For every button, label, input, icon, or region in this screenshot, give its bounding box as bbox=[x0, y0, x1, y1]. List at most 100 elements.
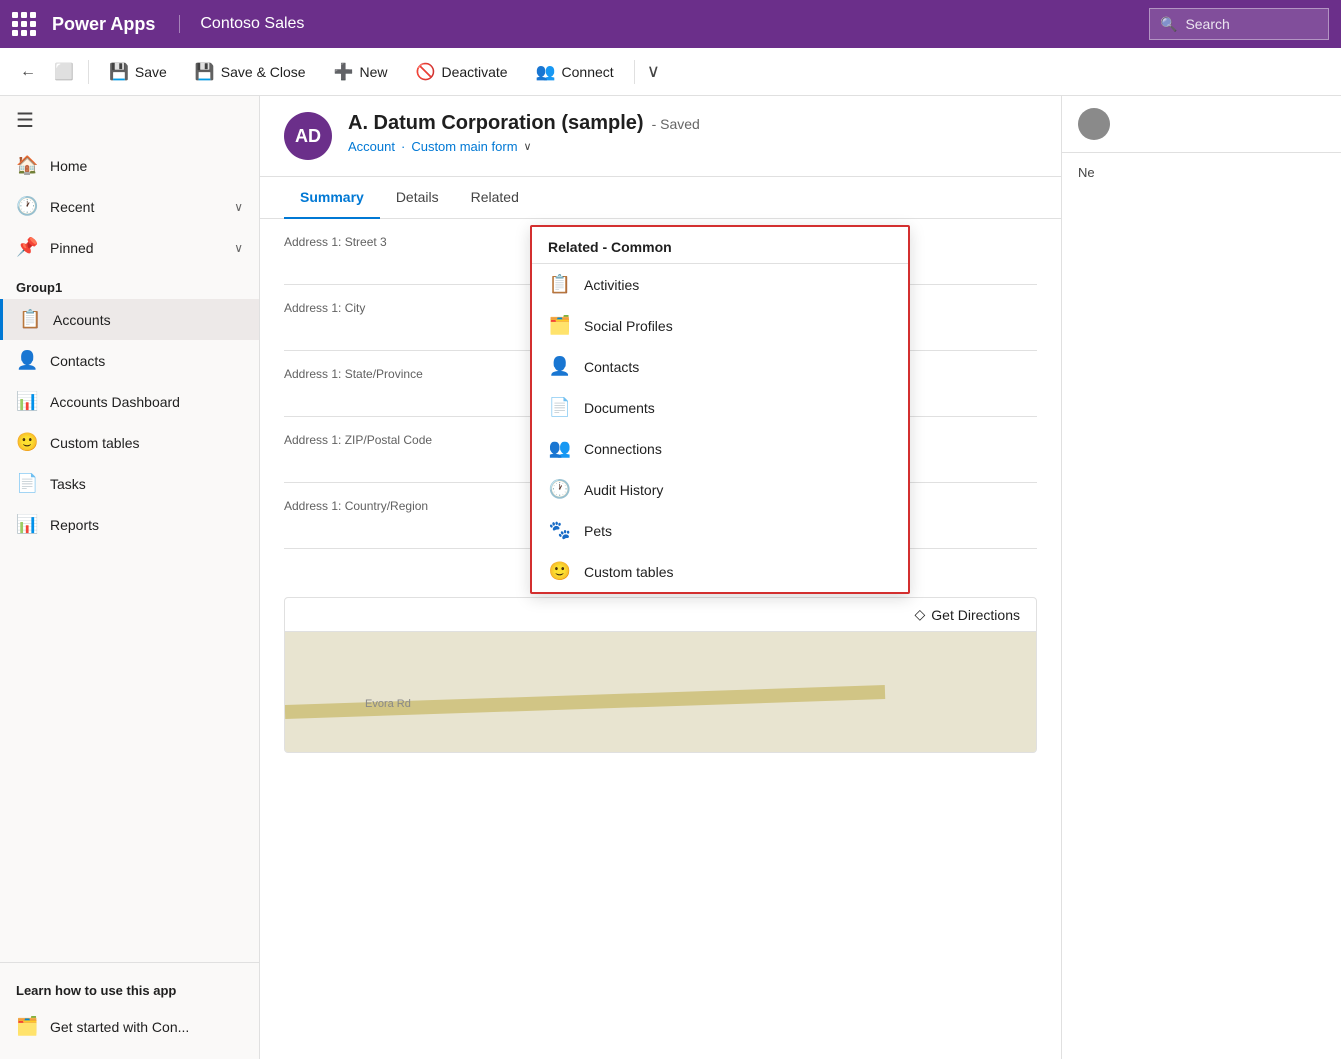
sidebar-item-recent[interactable]: 🕐 Recent ∨ bbox=[0, 186, 259, 227]
record-subtitle: Account · Custom main form ∨ bbox=[348, 139, 700, 154]
deactivate-label: Deactivate bbox=[441, 64, 507, 80]
connections-icon: 👥 bbox=[548, 438, 572, 459]
custom-tables-icon: 🙂 bbox=[16, 432, 38, 453]
save-close-icon: 💾 bbox=[195, 62, 215, 82]
sidebar-item-recent-label: Recent bbox=[50, 199, 94, 215]
get-started-link[interactable]: 🗂️ Get started with Con... bbox=[0, 1006, 259, 1047]
search-label: Search bbox=[1185, 16, 1229, 32]
form-chevron-icon[interactable]: ∨ bbox=[524, 140, 532, 153]
save-icon: 💾 bbox=[109, 62, 129, 82]
social-profiles-icon: 🗂️ bbox=[548, 315, 572, 336]
record-title: A. Datum Corporation (sample) bbox=[348, 112, 644, 135]
related-item-pets[interactable]: 🐾 Pets bbox=[532, 510, 908, 551]
sidebar: ☰ 🏠 Home 🕐 Recent ∨ 📌 Pinned ∨ Group1 📋 … bbox=[0, 96, 260, 1059]
map-road-label: Evora Rd bbox=[365, 698, 411, 710]
new-icon: ➕ bbox=[334, 62, 354, 82]
separator-1 bbox=[88, 60, 89, 84]
tab-related[interactable]: Related bbox=[455, 177, 535, 219]
record-saved-badge: - Saved bbox=[652, 116, 700, 132]
audit-history-icon: 🕐 bbox=[548, 479, 572, 500]
main-layout: ☰ 🏠 Home 🕐 Recent ∨ 📌 Pinned ∨ Group1 📋 … bbox=[0, 96, 1341, 1059]
related-social-profiles-label: Social Profiles bbox=[584, 318, 673, 334]
form-selector[interactable]: Custom main form bbox=[411, 139, 517, 154]
record-info: A. Datum Corporation (sample) - Saved Ac… bbox=[348, 112, 700, 154]
sidebar-item-accounts[interactable]: 📋 Accounts bbox=[0, 299, 259, 340]
related-item-social-profiles[interactable]: 🗂️ Social Profiles bbox=[532, 305, 908, 346]
subtitle-dot: · bbox=[401, 139, 405, 154]
reports-icon: 📊 bbox=[16, 514, 38, 535]
sidebar-item-tasks[interactable]: 📄 Tasks bbox=[0, 463, 259, 504]
separator-2 bbox=[634, 60, 635, 84]
right-panel-circle bbox=[1078, 108, 1110, 140]
deactivate-button[interactable]: 🚫 Deactivate bbox=[404, 56, 520, 88]
group-label: Group1 bbox=[0, 268, 259, 299]
pets-icon: 🐾 bbox=[548, 520, 572, 541]
sidebar-item-custom-tables[interactable]: 🙂 Custom tables bbox=[0, 422, 259, 463]
get-started-icon: 🗂️ bbox=[16, 1016, 38, 1037]
related-activities-label: Activities bbox=[584, 277, 639, 293]
related-item-audit-history[interactable]: 🕐 Audit History bbox=[532, 469, 908, 510]
related-item-contacts[interactable]: 👤 Contacts bbox=[532, 346, 908, 387]
sidebar-item-custom-tables-label: Custom tables bbox=[50, 435, 139, 451]
deactivate-icon: 🚫 bbox=[416, 62, 436, 82]
sidebar-item-tasks-label: Tasks bbox=[50, 476, 86, 492]
more-button[interactable]: ∨ bbox=[643, 55, 664, 88]
tabs-bar: Summary Details Related Related - Common… bbox=[260, 177, 1061, 219]
back-button[interactable]: ← bbox=[12, 56, 44, 88]
app-name: Contoso Sales bbox=[179, 15, 304, 33]
tab-details[interactable]: Details bbox=[380, 177, 455, 219]
learn-label: Learn how to use this app bbox=[0, 975, 259, 1006]
custom-tables-related-icon: 🙂 bbox=[548, 561, 572, 582]
save-button[interactable]: 💾 Save bbox=[97, 56, 179, 88]
right-panel-content: Ne bbox=[1062, 153, 1341, 200]
recent-chevron-icon: ∨ bbox=[234, 200, 243, 214]
related-documents-label: Documents bbox=[584, 400, 655, 416]
related-connections-label: Connections bbox=[584, 441, 662, 457]
get-directions-label: Get Directions bbox=[931, 607, 1020, 623]
tasks-icon: 📄 bbox=[16, 473, 38, 494]
related-item-documents[interactable]: 📄 Documents bbox=[532, 387, 908, 428]
get-directions-button[interactable]: ◇ Get Directions bbox=[915, 606, 1020, 623]
top-bar: Power Apps Contoso Sales 🔍 Search bbox=[0, 0, 1341, 48]
related-item-connections[interactable]: 👥 Connections bbox=[532, 428, 908, 469]
save-close-button[interactable]: 💾 Save & Close bbox=[183, 56, 318, 88]
accounts-icon: 📋 bbox=[19, 309, 41, 330]
hamburger-button[interactable]: ☰ bbox=[0, 96, 259, 145]
related-contacts-label: Contacts bbox=[584, 359, 639, 375]
right-panel-header bbox=[1062, 96, 1341, 153]
map-section: ◇ Get Directions Evora Rd bbox=[284, 597, 1037, 753]
related-item-activities[interactable]: 📋 Activities bbox=[532, 264, 908, 305]
pinned-chevron-icon: ∨ bbox=[234, 241, 243, 255]
connect-button[interactable]: 👥 Connect bbox=[524, 56, 626, 88]
app-title: Power Apps bbox=[52, 14, 155, 35]
related-contacts-icon: 👤 bbox=[548, 356, 572, 377]
contacts-icon: 👤 bbox=[16, 350, 38, 371]
related-dropdown-header: Related - Common bbox=[532, 227, 908, 264]
sidebar-item-pinned[interactable]: 📌 Pinned ∨ bbox=[0, 227, 259, 268]
app-launcher-icon[interactable] bbox=[12, 12, 36, 36]
tab-details-label: Details bbox=[396, 189, 439, 205]
command-bar: ← ⬜ 💾 Save 💾 Save & Close ➕ New 🚫 Deacti… bbox=[0, 48, 1341, 96]
home-icon: 🏠 bbox=[16, 155, 38, 176]
sidebar-item-contacts[interactable]: 👤 Contacts bbox=[0, 340, 259, 381]
sidebar-item-reports[interactable]: 📊 Reports bbox=[0, 504, 259, 545]
popout-button[interactable]: ⬜ bbox=[48, 56, 80, 88]
new-button[interactable]: ➕ New bbox=[322, 56, 400, 88]
related-item-custom-tables[interactable]: 🙂 Custom tables bbox=[532, 551, 908, 592]
related-pets-label: Pets bbox=[584, 523, 612, 539]
sidebar-item-accounts-dashboard[interactable]: 📊 Accounts Dashboard bbox=[0, 381, 259, 422]
sidebar-item-pinned-label: Pinned bbox=[50, 240, 94, 256]
new-label: New bbox=[360, 64, 388, 80]
search-box[interactable]: 🔍 Search bbox=[1149, 8, 1329, 40]
search-icon: 🔍 bbox=[1160, 16, 1177, 33]
pinned-icon: 📌 bbox=[16, 237, 38, 258]
record-header: AD A. Datum Corporation (sample) - Saved… bbox=[260, 96, 1061, 177]
sidebar-bottom: Learn how to use this app 🗂️ Get started… bbox=[0, 962, 259, 1059]
save-close-label: Save & Close bbox=[221, 64, 306, 80]
sidebar-item-home[interactable]: 🏠 Home bbox=[0, 145, 259, 186]
get-started-label: Get started with Con... bbox=[50, 1019, 189, 1035]
tab-summary[interactable]: Summary bbox=[284, 177, 380, 219]
activities-icon: 📋 bbox=[548, 274, 572, 295]
sidebar-item-reports-label: Reports bbox=[50, 517, 99, 533]
accounts-dashboard-icon: 📊 bbox=[16, 391, 38, 412]
